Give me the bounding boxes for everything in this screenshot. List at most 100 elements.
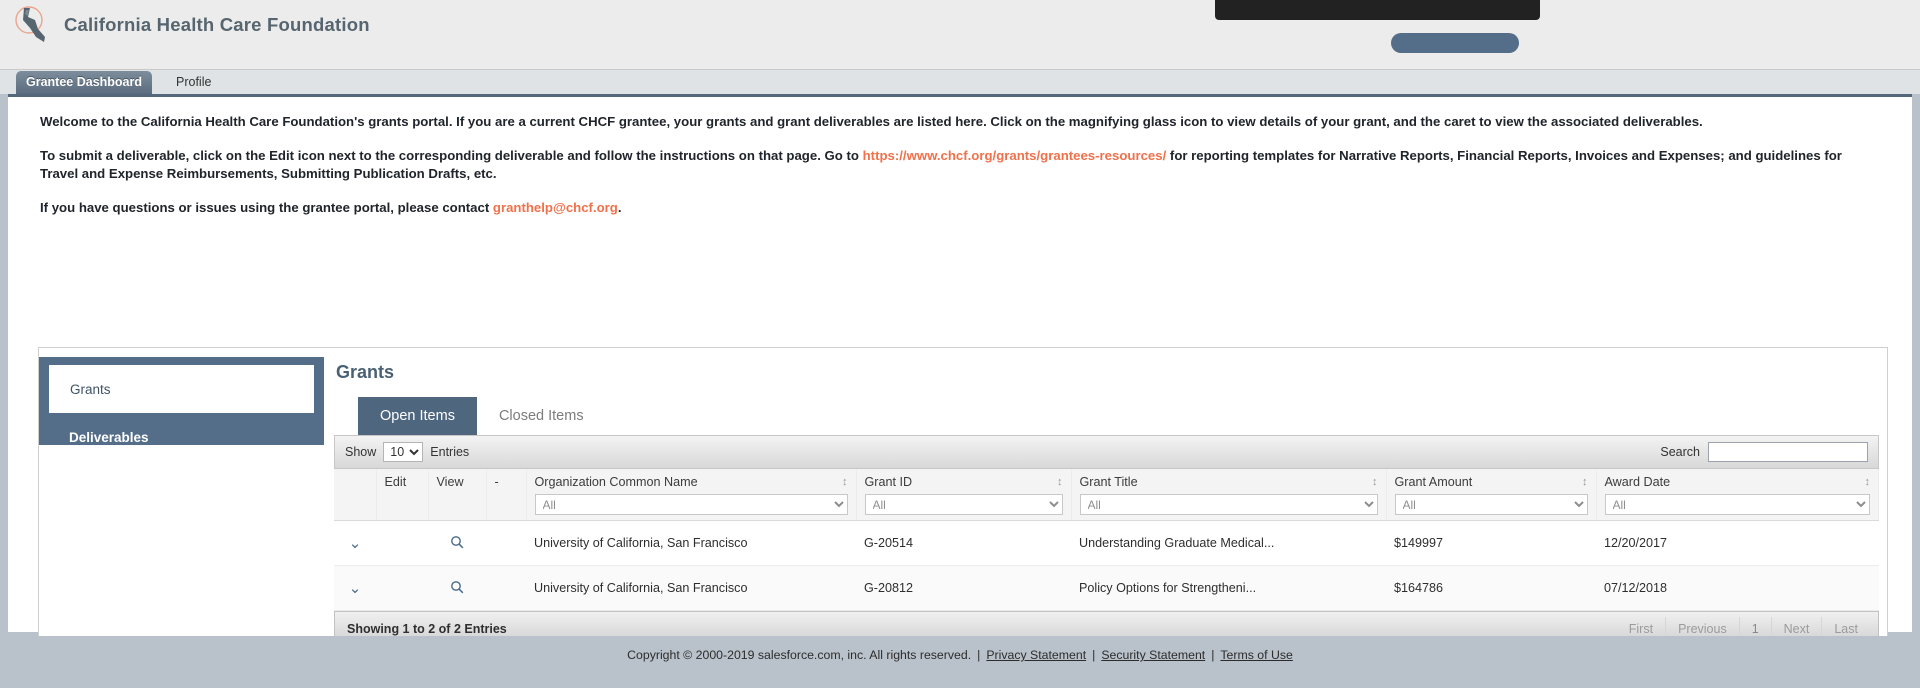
intro-paragraph-1: Welcome to the California Health Care Fo… [40, 113, 1880, 132]
sidebar-item-grants[interactable]: Grants [49, 365, 314, 413]
col-award-date-label: Award Date [1604, 475, 1671, 489]
row-expand-cell[interactable]: ⌄ [334, 565, 376, 611]
row-dash-cell [486, 520, 526, 566]
terms-of-use-link[interactable]: Terms of Use [1220, 648, 1292, 662]
row-organization: University of California, San Francisco [526, 565, 856, 611]
security-statement-link[interactable]: Security Statement [1101, 648, 1205, 662]
table-row[interactable]: ⌄ University of California, San Francisc… [334, 520, 1879, 566]
sidebar-nav: Grants Deliverables [39, 357, 324, 445]
table-header-row: Edit View - Organization Common Name ↕ A… [334, 469, 1879, 521]
brand: California Health Care Foundation [14, 4, 370, 46]
table-row[interactable]: ⌄ University of California, San Francisc… [334, 565, 1879, 611]
footer-separator: | [1211, 648, 1215, 662]
row-award-date: 07/12/2018 [1596, 565, 1879, 611]
filter-grant-id[interactable]: All [864, 494, 1063, 515]
grants-table: Edit View - Organization Common Name ↕ A… [334, 469, 1879, 611]
filter-grant-amount[interactable]: All [1394, 494, 1588, 515]
col-view-label: View [436, 475, 464, 489]
caret-down-icon[interactable]: ⌄ [349, 534, 362, 552]
entries-label: Entries [430, 445, 470, 459]
sort-icon[interactable]: ↕ [1372, 476, 1378, 488]
footer-separator: | [1092, 648, 1096, 662]
intro-p1-text: Welcome to the California Health Care Fo… [40, 114, 1703, 129]
col-dash: - [486, 469, 527, 521]
intro-text-block: Welcome to the California Health Care Fo… [8, 97, 1912, 218]
subtab-closed-items[interactable]: Closed Items [477, 397, 606, 435]
redacted-banner [1215, 0, 1540, 20]
row-view-cell[interactable] [428, 520, 486, 566]
showing-entries-label: Showing 1 to 2 of 2 Entries [347, 622, 507, 636]
masthead: California Health Care Foundation [0, 0, 1920, 70]
redacted-action-button[interactable] [1391, 33, 1519, 53]
subtab-open-items[interactable]: Open Items [358, 397, 477, 435]
row-edit-cell[interactable] [376, 565, 428, 611]
magnifying-glass-icon[interactable] [450, 535, 464, 552]
magnifying-glass-icon[interactable] [450, 580, 464, 597]
col-grant-amount[interactable]: Grant Amount ↕ All [1386, 469, 1597, 521]
row-dash-cell [486, 565, 526, 611]
col-view: View [428, 469, 487, 521]
grantees-resources-link[interactable]: https://www.chcf.org/grants/grantees-res… [863, 148, 1167, 163]
sidebar-item-grants-label: Grants [70, 381, 111, 397]
sidebar-item-deliverables[interactable]: Deliverables [49, 413, 314, 461]
brand-title: California Health Care Foundation [64, 14, 370, 35]
sort-icon[interactable]: ↕ [842, 476, 848, 488]
granthelp-email-link[interactable]: granthelp@chcf.org [493, 200, 618, 215]
privacy-statement-link[interactable]: Privacy Statement [986, 648, 1086, 662]
row-expand-cell[interactable]: ⌄ [334, 520, 376, 566]
panel-title: Grants [336, 362, 395, 382]
table-head: Edit View - Organization Common Name ↕ A… [334, 469, 1879, 521]
filter-grant-title[interactable]: All [1079, 494, 1378, 515]
footer-separator: | [977, 648, 981, 662]
row-edit-cell[interactable] [376, 520, 428, 566]
row-view-cell[interactable] [428, 565, 486, 611]
col-organization-label: Organization Common Name [534, 475, 698, 489]
col-grant-amount-label: Grant Amount [1394, 475, 1473, 489]
show-label: Show [345, 445, 377, 459]
table-toolbar: Show 10 Entries Search [334, 435, 1879, 469]
copyright-text: Copyright © 2000-2019 salesforce.com, in… [627, 648, 972, 662]
tab-grantee-dashboard[interactable]: Grantee Dashboard [16, 71, 153, 94]
col-expand [334, 469, 377, 521]
col-grant-title-label: Grant Title [1079, 475, 1138, 489]
row-grant-id: G-20514 [856, 520, 1071, 566]
sidebar-item-deliverables-label: Deliverables [69, 429, 149, 445]
intro-paragraph-3: If you have questions or issues using th… [40, 199, 1880, 218]
content-card: Welcome to the California Health Care Fo… [8, 94, 1912, 688]
row-grant-title: Policy Options for Strengtheni... [1071, 565, 1386, 611]
filter-award-date[interactable]: All [1604, 494, 1870, 515]
col-grant-id[interactable]: Grant ID ↕ All [856, 469, 1072, 521]
col-edit: Edit [376, 469, 429, 521]
caret-down-icon[interactable]: ⌄ [349, 579, 362, 597]
sort-icon[interactable]: ↕ [1865, 476, 1871, 488]
row-award-date: 12/20/2017 [1596, 520, 1879, 566]
search-input[interactable] [1708, 442, 1868, 462]
footer-content: Copyright © 2000-2019 salesforce.com, in… [627, 648, 1293, 662]
tab-profile[interactable]: Profile [166, 71, 221, 94]
row-grant-amount: $164786 [1386, 565, 1596, 611]
row-grant-amount: $149997 [1386, 520, 1596, 566]
intro-paragraph-2: To submit a deliverable, click on the Ed… [40, 147, 1880, 184]
row-organization: University of California, San Francisco [526, 520, 856, 566]
filter-organization[interactable]: All [534, 494, 848, 515]
intro-p3-text-after: . [617, 200, 622, 216]
panel-subtabs: Open Items Closed Items [358, 397, 1879, 435]
col-dash-label: - [494, 475, 499, 489]
col-organization[interactable]: Organization Common Name ↕ All [526, 469, 857, 521]
col-edit-label: Edit [384, 475, 407, 489]
table-body: ⌄ University of California, San Francisc… [334, 520, 1879, 611]
intro-p3-text-before: If you have questions or issues using th… [40, 200, 490, 216]
sort-icon[interactable]: ↕ [1582, 476, 1588, 488]
page-footer: Copyright © 2000-2019 salesforce.com, in… [0, 636, 1920, 688]
california-state-outline-icon [14, 4, 54, 46]
col-award-date[interactable]: Award Date ↕ All [1596, 469, 1879, 521]
search-label: Search [1660, 445, 1700, 459]
sort-icon[interactable]: ↕ [1057, 476, 1063, 488]
row-grant-id: G-20812 [856, 565, 1071, 611]
col-grant-id-label: Grant ID [864, 475, 913, 489]
row-grant-title: Understanding Graduate Medical... [1071, 520, 1386, 566]
primary-tabstrip: Grantee Dashboard Profile [0, 70, 1920, 94]
col-grant-title[interactable]: Grant Title ↕ All [1071, 469, 1387, 521]
entries-per-page-select[interactable]: 10 [383, 442, 424, 462]
app-page: California Health Care Foundation Grante… [0, 0, 1920, 688]
